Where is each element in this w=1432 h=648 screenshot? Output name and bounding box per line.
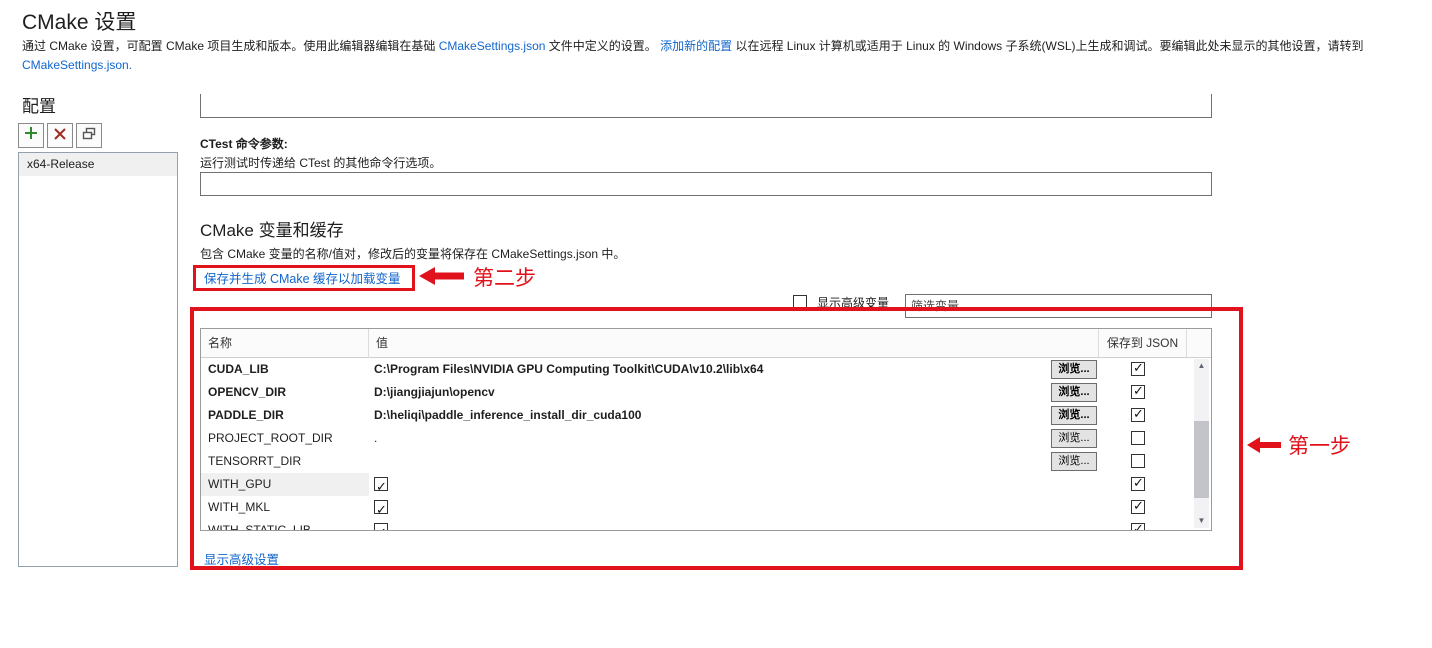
variable-value[interactable] xyxy=(369,450,1069,473)
browse-button[interactable]: 浏览... xyxy=(1051,360,1097,379)
variable-name[interactable]: PADDLE_DIR xyxy=(201,404,369,427)
add-new-configuration-link[interactable]: 添加新的配置 xyxy=(660,39,732,53)
variable-value[interactable]: C:\Program Files\NVIDIA GPU Computing To… xyxy=(369,358,1069,381)
remove-configuration-button[interactable] xyxy=(47,123,73,148)
step1-label: 第一步 xyxy=(1288,430,1351,460)
save-to-json-checkbox[interactable] xyxy=(1131,454,1145,468)
table-row[interactable]: WITH_GPU xyxy=(201,473,1211,496)
table-row[interactable]: WITH_MKL xyxy=(201,496,1211,519)
column-header-name[interactable]: 名称 xyxy=(201,329,369,358)
build-args-input[interactable] xyxy=(200,94,1212,118)
variable-value[interactable] xyxy=(369,519,1069,531)
configuration-list-item[interactable]: x64-Release xyxy=(19,153,177,176)
save-to-json-checkbox[interactable] xyxy=(1131,431,1145,445)
ctest-args-input[interactable] xyxy=(200,172,1212,196)
table-row[interactable]: TENSORRT_DIR 浏览... xyxy=(201,450,1211,473)
variable-name[interactable]: WITH_STATIC_LIB xyxy=(201,519,369,531)
table-header: 名称 值 保存到 JSON xyxy=(201,329,1211,358)
ctest-args-label: CTest 命令参数: xyxy=(200,135,288,152)
variables-table: 名称 值 保存到 JSON CUDA_LIBC:\Program Files\N… xyxy=(200,328,1212,531)
intro-text-1: 通过 CMake 设置，可配置 CMake 项目生成和版本。使用此编辑器编辑在基… xyxy=(22,39,439,53)
browse-button[interactable]: 浏览... xyxy=(1051,406,1097,425)
variable-value-checkbox[interactable] xyxy=(374,523,388,531)
filter-variables-input[interactable] xyxy=(905,294,1212,318)
table-row[interactable]: OPENCV_DIRD:\jiangjiajun\opencv浏览... xyxy=(201,381,1211,404)
step2-arrow-icon xyxy=(419,267,464,290)
save-generate-cache-link[interactable]: 保存并生成 CMake 缓存以加载变量 xyxy=(204,268,401,287)
variable-value[interactable] xyxy=(369,473,1069,496)
page-description: 通过 CMake 设置，可配置 CMake 项目生成和版本。使用此编辑器编辑在基… xyxy=(22,37,1418,75)
ctest-args-description: 运行测试时传递给 CTest 的其他命令行选项。 xyxy=(200,154,441,171)
intro-text-2: 文件中定义的设置。 xyxy=(545,39,660,53)
table-row[interactable]: CUDA_LIBC:\Program Files\NVIDIA GPU Comp… xyxy=(201,358,1211,381)
table-body: CUDA_LIBC:\Program Files\NVIDIA GPU Comp… xyxy=(201,358,1211,531)
cmakesettings-json-link[interactable]: CMakeSettings.json xyxy=(439,39,546,53)
copy-icon xyxy=(82,127,96,145)
browse-button[interactable]: 浏览... xyxy=(1051,452,1097,471)
step1-arrow-icon xyxy=(1247,437,1281,458)
variable-value[interactable] xyxy=(369,496,1069,519)
save-to-json-checkbox[interactable] xyxy=(1131,385,1145,399)
table-row[interactable]: PROJECT_ROOT_DIR.浏览... xyxy=(201,427,1211,450)
variable-name[interactable]: CUDA_LIB xyxy=(201,358,369,381)
variable-value-checkbox[interactable] xyxy=(374,500,388,514)
advanced-variables-row: 显示高级变量 xyxy=(793,294,889,310)
x-icon xyxy=(54,127,66,145)
browse-button[interactable]: 浏览... xyxy=(1051,429,1097,448)
scrollbar-thumb[interactable] xyxy=(1194,421,1209,498)
cmakesettings-json-link-2[interactable]: CMakeSettings.json. xyxy=(22,58,132,72)
variable-name[interactable]: OPENCV_DIR xyxy=(201,381,369,404)
column-header-save-to-json[interactable]: 保存到 JSON xyxy=(1099,329,1187,358)
variable-name[interactable]: WITH_GPU xyxy=(201,473,369,496)
table-row[interactable]: WITH_STATIC_LIB xyxy=(201,519,1211,531)
save-to-json-checkbox[interactable] xyxy=(1131,477,1145,491)
column-header-value[interactable]: 值 xyxy=(369,329,1099,358)
configurations-toolbar xyxy=(18,123,102,148)
variable-name[interactable]: TENSORRT_DIR xyxy=(201,450,369,473)
table-row[interactable]: PADDLE_DIRD:\heliqi\paddle_inference_ins… xyxy=(201,404,1211,427)
save-to-json-checkbox[interactable] xyxy=(1131,500,1145,514)
scroll-down-icon[interactable]: ▼ xyxy=(1194,514,1209,528)
intro-text-3: 以在远程 Linux 计算机或适用于 Linux 的 Windows 子系统(W… xyxy=(732,39,1363,53)
variable-value[interactable]: D:\jiangjiajun\opencv xyxy=(369,381,1069,404)
cmake-variables-description: 包含 CMake 变量的名称/值对，修改后的变量将保存在 CMakeSettin… xyxy=(200,245,625,262)
variable-value[interactable]: . xyxy=(369,427,1069,450)
show-advanced-variables-label: 显示高级变量 xyxy=(817,294,889,311)
duplicate-configuration-button[interactable] xyxy=(76,123,102,148)
variable-value[interactable]: D:\heliqi\paddle_inference_install_dir_c… xyxy=(369,404,1069,427)
save-to-json-checkbox[interactable] xyxy=(1131,408,1145,422)
save-to-json-checkbox[interactable] xyxy=(1131,362,1145,376)
variable-name[interactable]: WITH_MKL xyxy=(201,496,369,519)
configuration-listbox[interactable]: x64-Release xyxy=(18,152,178,567)
browse-button[interactable]: 浏览... xyxy=(1051,383,1097,402)
scroll-up-icon[interactable]: ▲ xyxy=(1194,359,1209,373)
variable-value-checkbox[interactable] xyxy=(374,477,388,491)
configurations-heading: 配置 xyxy=(22,92,56,117)
save-to-json-checkbox[interactable] xyxy=(1131,523,1145,531)
add-configuration-button[interactable] xyxy=(18,123,44,148)
table-scrollbar[interactable]: ▲ ▼ xyxy=(1194,359,1209,528)
step2-label: 第二步 xyxy=(473,262,536,292)
show-advanced-settings-link[interactable]: 显示高级设置 xyxy=(204,549,279,568)
show-advanced-variables-checkbox[interactable] xyxy=(793,295,807,309)
variable-name[interactable]: PROJECT_ROOT_DIR xyxy=(201,427,369,450)
plus-icon xyxy=(24,126,38,145)
page-title: CMake 设置 xyxy=(22,6,136,36)
cmake-variables-heading: CMake 变量和缓存 xyxy=(200,216,344,241)
